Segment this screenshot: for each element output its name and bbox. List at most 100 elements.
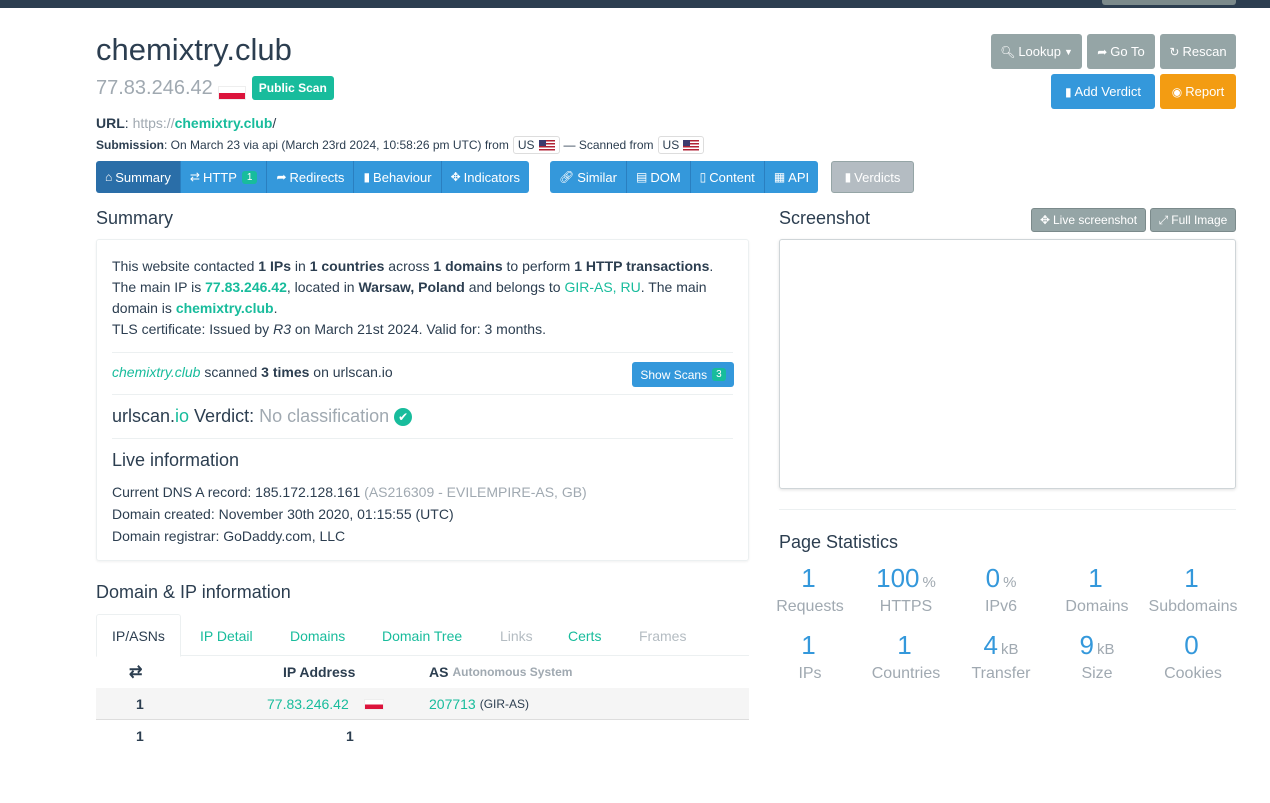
screenshot-image[interactable] [779,239,1236,489]
main-ip: 77.83.246.42 [96,76,213,99]
tab-redirects[interactable]: ➦ Redirects [267,161,355,193]
tab-behaviour[interactable]: ▮ Behaviour [354,161,442,193]
scanner-country: US [657,136,705,154]
submission-label: Submission [96,138,165,152]
stat-domains: 1 Domains [1065,563,1129,615]
scanned-from-text: — Scanned from [563,138,654,152]
share-icon: ➦ [1097,44,1108,59]
summary-heading: Summary [96,208,174,228]
verdict-value: No classification [259,406,390,426]
divider [112,438,733,439]
comment-icon: ▮ [1064,84,1072,99]
full-image-button[interactable]: ⤢ Full Image [1150,208,1236,232]
goto-button[interactable]: ➦ Go To [1087,34,1155,69]
main-ip-link[interactable]: 77.83.246.42 [205,279,287,295]
asn-link[interactable]: 207713 [429,696,476,712]
public-scan-badge: Public Scan [251,76,334,100]
summary-text: This website contacted 1 IPs in 1 countr… [112,258,714,337]
page-stats-heading: Page Statistics [779,532,899,552]
url-path: / [272,115,277,131]
crosshair-icon: ✥ [450,170,461,184]
refresh-icon: ↻ [1169,44,1180,59]
navbar-search-input[interactable] [1102,0,1236,5]
submitter-country: US [512,136,560,154]
stat-https: 100% HTTPS [876,563,936,615]
table-totals-row: 1 1 [136,728,354,744]
main-tabs: ⌂ Summary ⇄ HTTP 1 ➦ Redirects ▮ Behaviour ✥ I… [96,161,530,193]
alert-icon: ◉ [1171,84,1183,99]
home-icon: ⌂ [105,170,113,184]
exchange-icon: ⇄ [189,170,200,184]
tab-domains[interactable]: Domains [290,614,345,657]
tab-certs[interactable]: Certs [568,614,601,657]
stat-size: 9 kB Size [1079,630,1115,682]
stat-countries: 1 Countries [871,630,941,682]
url-host-link[interactable]: chemixtry.club [175,115,273,131]
stat-ips: 1 IPs [798,630,822,682]
secondary-tabs: 🔗︎ Similar ▤ DOM ▯ Content ▦ API [550,161,819,193]
tab-verdicts[interactable]: ▮ Verdicts [831,161,914,193]
add-verdict-button[interactable]: ▮ Add Verdict [1051,74,1155,109]
exchange-icon: ⇄ [129,664,143,681]
share-icon: ➦ [276,170,287,184]
tab-indicators[interactable]: ✥ Indicators [441,161,530,193]
screenshot-heading: Screenshot [779,208,871,228]
tab-frames[interactable]: Frames [639,614,686,657]
page-title: chemixtry.club [96,32,292,67]
domain-ip-heading: Domain & IP information [96,582,291,602]
rescan-button[interactable]: ↻ Rescan [1160,34,1236,69]
top-navbar [0,0,1270,8]
table-header: ⇄ IP Address AS Autonomous System [96,656,749,688]
summary-panel: This website contacted 1 IPs in 1 countr… [96,239,749,561]
row-ip-link[interactable]: 77.83.246.42 [267,688,349,720]
caret-down-icon: ▼ [1063,46,1073,57]
table-row: 1 77.83.246.42 207713 (GIR-AS) [96,688,749,720]
link-icon: 🔗︎ [559,170,575,184]
crosshair-icon: ✥ [1039,213,1050,227]
asn-link[interactable]: GIR-AS, RU [564,279,640,295]
tab-http[interactable]: ⇄ HTTP 1 [180,161,268,193]
us-flag-icon [683,139,700,151]
show-scans-button[interactable]: Show Scans 3 [632,362,734,387]
tab-domain-tree[interactable]: Domain Tree [382,614,462,657]
divider [112,394,733,395]
scan-count-text: chemixtry.club scanned 3 times on urlsca… [112,364,393,380]
comment-icon: ▮ [844,170,852,184]
lookup-button[interactable]: 🔍︎ Lookup ▼ [991,34,1082,69]
comment-icon: ▮ [363,170,371,184]
row-asn: 207713 (GIR-AS) [429,696,530,712]
domain-ip-tabs: IP/ASNs IP Detail Domains Domain Tree Li… [96,614,749,657]
tab-summary[interactable]: ⌂ Summary [96,161,181,193]
list-icon: ▤ [635,170,648,184]
report-button[interactable]: ◉ Report [1160,74,1236,109]
scanned-domain-link[interactable]: chemixtry.club [112,364,200,380]
us-flag-icon [538,139,555,151]
qrcode-icon: ▦ [773,170,786,184]
tab-ip-asns[interactable]: IP/ASNs [96,614,181,657]
live-info-heading: Live information [112,450,240,470]
scans-count-badge: 3 [712,368,726,381]
tab-links[interactable]: Links [500,614,533,657]
main-domain-link[interactable]: chemixtry.club [176,300,274,316]
tab-dom[interactable]: ▤ DOM [626,161,691,193]
tab-api[interactable]: ▦ API [764,161,819,193]
submission-text: : On March 23 via api (March 23rd 2024, … [164,138,509,152]
divider [779,509,1236,510]
col-as: AS Autonomous System [429,664,573,680]
row-count: 1 [136,696,144,712]
stat-transfer: 4 kB Transfer [971,630,1031,682]
stat-ipv6: 0% IPv6 [984,563,1017,615]
divider [112,352,733,353]
url-scheme: https:// [132,115,175,131]
ip-line: 77.83.246.42 Public Scan [96,76,334,100]
tab-similar[interactable]: 🔗︎ Similar [550,161,627,193]
live-info-text: Current DNS A record: 185.172.128.161 (A… [112,484,587,544]
col-ip-address: IP Address [283,664,356,680]
tab-ip-detail[interactable]: IP Detail [200,614,253,657]
url-label: URL [96,115,125,131]
poland-flag-icon [364,698,384,710]
submission-line: Submission : On March 23 via api (March … [96,136,708,154]
tab-content[interactable]: ▯ Content [690,161,765,193]
live-screenshot-button[interactable]: ✥ Live screenshot [1031,208,1146,232]
verdict-line: urlscan. io Verdict: No classification ✔ [112,406,413,427]
